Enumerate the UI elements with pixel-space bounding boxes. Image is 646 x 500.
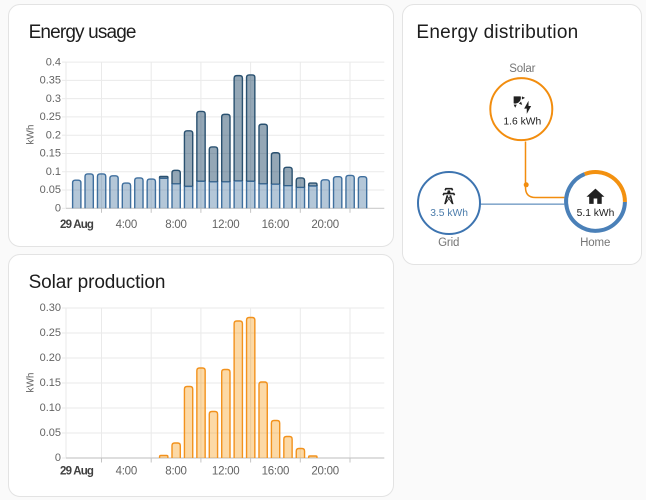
- svg-text:0.20: 0.20: [40, 352, 61, 364]
- svg-text:0.15: 0.15: [40, 148, 61, 160]
- svg-text:29 Aug: 29 Aug: [60, 219, 94, 231]
- svg-text:0: 0: [55, 452, 61, 464]
- svg-text:12:00: 12:00: [212, 219, 240, 231]
- svg-text:0.2: 0.2: [46, 129, 61, 141]
- svg-text:Grid: Grid: [438, 237, 459, 249]
- svg-text:29 Aug: 29 Aug: [60, 466, 94, 478]
- svg-text:4:00: 4:00: [116, 219, 137, 231]
- svg-text:0.15: 0.15: [40, 377, 61, 389]
- svg-text:kWh: kWh: [26, 125, 37, 145]
- svg-text:16:00: 16:00: [262, 219, 290, 231]
- svg-text:0.1: 0.1: [46, 166, 61, 178]
- svg-text:0.35: 0.35: [40, 75, 61, 87]
- svg-text:0.25: 0.25: [40, 327, 61, 339]
- svg-text:0.10: 0.10: [40, 402, 61, 414]
- svg-text:3.5 kWh: 3.5 kWh: [430, 208, 468, 219]
- svg-text:0.3: 0.3: [46, 93, 61, 105]
- svg-text:0.05: 0.05: [40, 184, 61, 196]
- svg-text:20:00: 20:00: [311, 466, 339, 478]
- svg-text:1.6 kWh: 1.6 kWh: [503, 117, 541, 128]
- svg-text:20:00: 20:00: [311, 219, 339, 231]
- svg-text:Home: Home: [580, 237, 610, 249]
- svg-text:0.30: 0.30: [40, 302, 61, 314]
- svg-text:0: 0: [55, 203, 61, 215]
- svg-text:8:00: 8:00: [165, 219, 186, 231]
- svg-text:0.4: 0.4: [46, 56, 61, 68]
- svg-text:kWh: kWh: [26, 373, 37, 393]
- svg-text:0.25: 0.25: [40, 111, 61, 123]
- svg-text:Solar: Solar: [509, 63, 535, 75]
- svg-text:4:00: 4:00: [116, 466, 137, 478]
- svg-text:8:00: 8:00: [165, 466, 186, 478]
- svg-text:16:00: 16:00: [262, 466, 290, 478]
- svg-text:0.05: 0.05: [40, 427, 61, 439]
- svg-text:5.1 kWh: 5.1 kWh: [577, 208, 615, 219]
- svg-text:12:00: 12:00: [212, 466, 240, 478]
